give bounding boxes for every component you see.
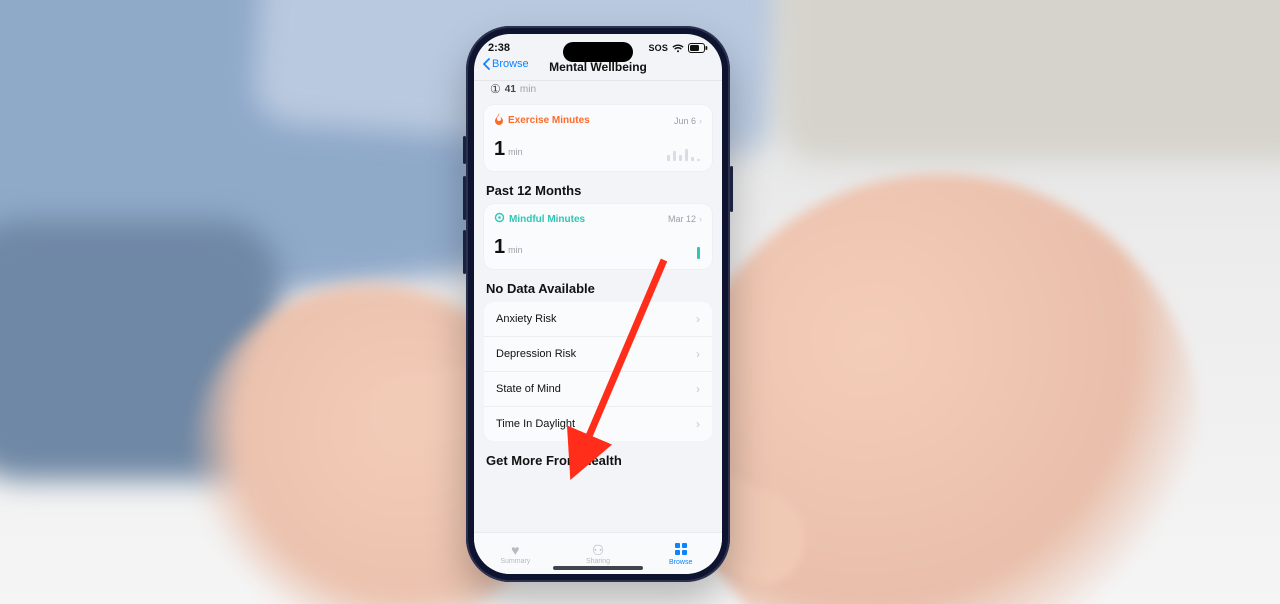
- card-label: Exercise Minutes: [508, 115, 590, 126]
- tab-label: Sharing: [586, 558, 610, 565]
- section-header-past-12-months: Past 12 Months: [486, 183, 710, 198]
- background-laptop: [780, 0, 1280, 160]
- wifi-icon: [672, 44, 684, 53]
- chevron-left-icon: [482, 58, 490, 70]
- photo-scene: 2:38 SOS Browse Mental Wellbeing: [0, 0, 1280, 604]
- tab-browse[interactable]: Browse: [639, 533, 722, 574]
- mindful-minutes-card[interactable]: Mindful Minutes Mar 12 › 1 min: [484, 204, 712, 269]
- chevron-right-icon: ›: [699, 214, 702, 224]
- status-time: 2:38: [488, 42, 510, 54]
- list-item-state-of-mind[interactable]: State of Mind ›: [484, 371, 712, 406]
- card-unit: min: [508, 245, 523, 255]
- flame-icon: [494, 113, 504, 128]
- peek-value: 41: [505, 84, 516, 95]
- tab-label: Browse: [669, 559, 692, 566]
- heart-icon: ♥: [511, 543, 519, 557]
- back-label: Browse: [492, 58, 529, 70]
- card-label: Mindful Minutes: [509, 214, 585, 225]
- dynamic-island: [563, 42, 633, 62]
- card-date: Jun 6: [674, 116, 696, 126]
- tab-label: Summary: [500, 558, 530, 565]
- list-item-label: State of Mind: [496, 383, 561, 395]
- iphone-frame: 2:38 SOS Browse Mental Wellbeing: [466, 26, 730, 582]
- chevron-right-icon: ›: [696, 312, 700, 326]
- mute-switch: [463, 136, 466, 164]
- list-item-anxiety-risk[interactable]: Anxiety Risk ›: [484, 302, 712, 336]
- bar-sparkline: [667, 141, 700, 161]
- list-item-label: Depression Risk: [496, 348, 576, 360]
- list-item-label: Anxiety Risk: [496, 313, 557, 325]
- page-title: Mental Wellbeing: [549, 60, 647, 74]
- mindfulness-icon: [494, 212, 505, 226]
- section-header-no-data: No Data Available: [486, 281, 710, 296]
- list-item-time-in-daylight[interactable]: Time In Daylight ›: [484, 406, 712, 441]
- status-sos: SOS: [648, 43, 668, 53]
- card-value: 1: [494, 236, 505, 259]
- iphone-screen: 2:38 SOS Browse Mental Wellbeing: [474, 34, 722, 574]
- volume-down-button: [463, 230, 466, 274]
- chevron-right-icon: ›: [696, 417, 700, 431]
- list-item-label: Time In Daylight: [496, 418, 575, 430]
- previous-card-peek: ① 41 min: [484, 81, 712, 99]
- chevron-right-icon: ›: [696, 347, 700, 361]
- grid-icon: [674, 542, 688, 558]
- no-data-list: Anxiety Risk › Depression Risk › State o…: [484, 302, 712, 441]
- bar-sparkline: [697, 239, 700, 259]
- chevron-right-icon: ›: [699, 116, 702, 126]
- scroll-content[interactable]: ① 41 min Exercise Minutes Jun 6: [474, 81, 722, 533]
- home-indicator[interactable]: [553, 566, 643, 570]
- people-icon: ⚇: [592, 543, 605, 557]
- volume-up-button: [463, 176, 466, 220]
- peek-unit: min: [520, 84, 536, 95]
- side-button: [730, 166, 733, 212]
- chevron-right-icon: ›: [696, 382, 700, 396]
- card-unit: min: [508, 147, 523, 157]
- card-date: Mar 12: [668, 214, 696, 224]
- exercise-minutes-card[interactable]: Exercise Minutes Jun 6 › 1 min: [484, 105, 712, 171]
- card-value: 1: [494, 138, 505, 161]
- section-header-get-more: Get More From Health: [486, 453, 710, 468]
- tab-summary[interactable]: ♥ Summary: [474, 533, 557, 574]
- back-button[interactable]: Browse: [482, 58, 529, 70]
- clock-icon: ①: [490, 82, 501, 96]
- list-item-depression-risk[interactable]: Depression Risk ›: [484, 336, 712, 371]
- battery-icon: [688, 43, 708, 53]
